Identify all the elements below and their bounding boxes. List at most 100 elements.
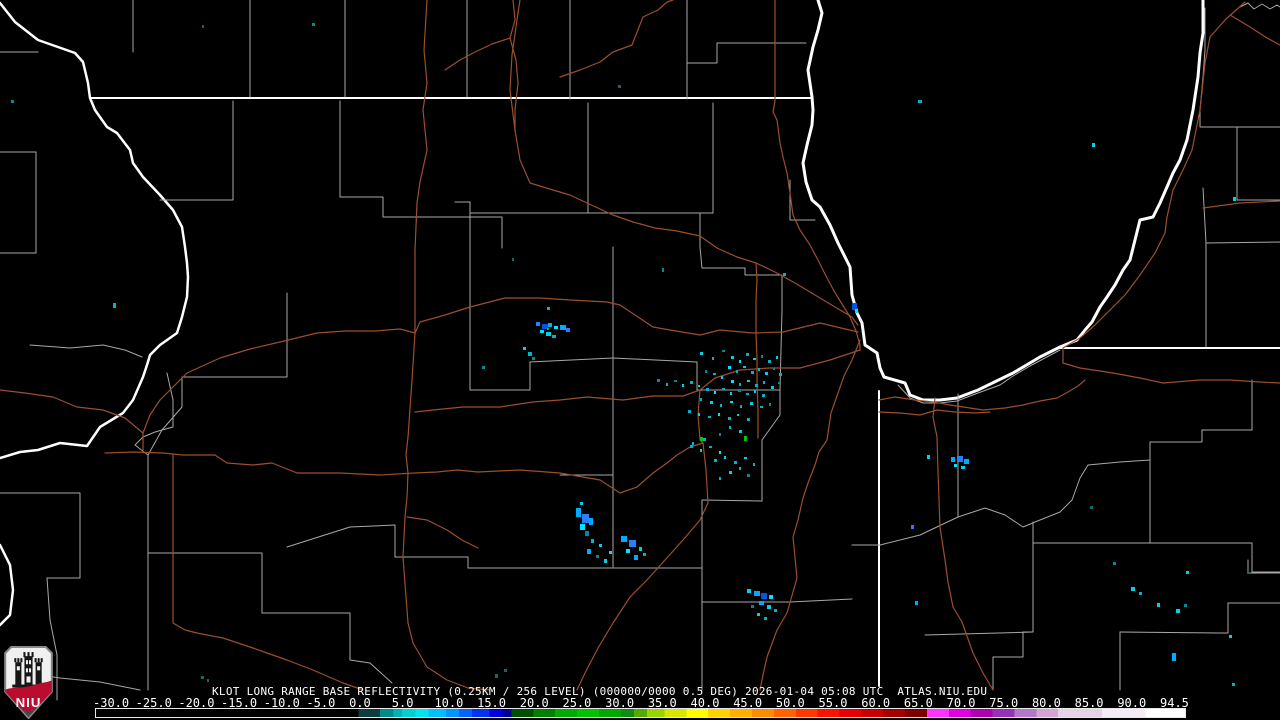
radar-echo xyxy=(634,555,638,560)
radar-echo xyxy=(722,350,725,352)
radar-echo xyxy=(706,388,709,391)
radar-echo xyxy=(202,25,204,28)
radar-echo xyxy=(580,502,583,505)
radar-echo xyxy=(113,303,116,308)
radar-echo xyxy=(201,676,204,679)
colorbar-tick-labels: -30.0-25.0-20.0-15.0-10.0-5.00.05.010.01… xyxy=(0,696,1280,707)
radar-echo xyxy=(721,376,723,379)
radar-echo xyxy=(682,384,684,387)
radar-echo xyxy=(739,430,742,433)
radar-echo xyxy=(1092,143,1095,147)
radar-echo xyxy=(855,309,858,313)
radar-echo xyxy=(737,414,739,416)
radar-echo xyxy=(11,100,14,103)
radar-echo xyxy=(1247,571,1249,574)
radar-echo xyxy=(700,449,702,452)
radar-echo xyxy=(554,326,558,329)
radar-echo xyxy=(698,385,700,387)
radar-echo xyxy=(731,380,734,383)
radar-echo xyxy=(1229,635,1232,638)
radar-echo xyxy=(700,398,702,401)
radar-echo xyxy=(746,353,749,356)
radar-map xyxy=(0,0,1280,720)
radar-echo xyxy=(852,303,857,310)
radar-echo xyxy=(954,464,957,467)
radar-echo xyxy=(690,381,693,384)
radar-echo xyxy=(729,426,731,429)
radar-echo xyxy=(769,403,771,406)
radar-echo xyxy=(779,373,782,376)
radar-echo xyxy=(728,417,731,420)
radar-echo xyxy=(739,360,741,363)
radar-echo xyxy=(758,368,760,371)
radar-echo xyxy=(714,391,716,394)
radar-echo xyxy=(618,85,621,88)
radar-echo xyxy=(482,366,485,369)
radar-echo xyxy=(548,323,552,327)
radar-echo xyxy=(754,390,756,393)
radar-echo xyxy=(961,466,965,469)
radar-echo xyxy=(722,388,725,390)
radar-echo xyxy=(747,589,751,593)
radar-echo xyxy=(1090,506,1093,509)
radar-echo xyxy=(738,389,741,392)
radar-echo xyxy=(207,679,209,682)
radar-echo xyxy=(582,514,589,523)
radar-echo xyxy=(927,455,930,459)
radar-viewer: NIU KLOT LONG RANGE BASE REFLECTIVITY (0… xyxy=(0,0,1280,720)
radar-echo xyxy=(528,352,532,356)
radar-echo xyxy=(596,555,599,558)
radar-echo xyxy=(591,539,594,543)
radar-echo xyxy=(576,508,581,517)
radar-echo xyxy=(734,461,737,464)
radar-echo xyxy=(719,477,721,480)
radar-echo xyxy=(523,347,526,350)
radar-echo xyxy=(719,433,721,436)
radar-echo xyxy=(714,459,717,462)
radar-echo xyxy=(609,551,612,554)
radar-echo xyxy=(746,393,749,395)
radar-echo xyxy=(700,437,703,441)
radar-echo xyxy=(761,355,763,358)
radar-echo xyxy=(713,373,716,375)
radar-echo xyxy=(760,406,763,408)
state-lines-layer xyxy=(90,98,1280,686)
radar-echo xyxy=(729,471,732,474)
radar-echo xyxy=(552,335,556,338)
radar-echo xyxy=(604,559,607,563)
radar-echo xyxy=(719,451,721,454)
radar-echo xyxy=(712,357,714,360)
radar-echo xyxy=(700,352,703,355)
radar-echo xyxy=(1113,562,1116,565)
radar-echo xyxy=(773,368,775,370)
colorbar xyxy=(95,708,1186,718)
radar-echo xyxy=(744,457,747,459)
radar-echo xyxy=(666,383,668,386)
radar-echo xyxy=(744,436,747,441)
radar-echo xyxy=(587,549,591,554)
radar-echo xyxy=(751,605,754,608)
radar-echo xyxy=(580,524,585,530)
radar-echo xyxy=(731,356,734,359)
radar-echo xyxy=(778,382,780,384)
radar-echo xyxy=(757,613,760,616)
radar-echo xyxy=(747,380,750,382)
radar-echo xyxy=(720,404,722,407)
radar-echo xyxy=(547,307,550,310)
radar-echo xyxy=(536,322,540,326)
radar-echo xyxy=(709,446,712,448)
radar-echo xyxy=(621,536,627,542)
radar-echo xyxy=(532,357,535,360)
radar-echo xyxy=(657,379,660,382)
radar-echo xyxy=(753,358,756,360)
radar-echo xyxy=(512,258,514,261)
radar-echo xyxy=(708,416,711,418)
radar-echo xyxy=(629,540,636,547)
radar-echo xyxy=(759,601,764,605)
radar-echo xyxy=(1131,587,1135,591)
radar-echo xyxy=(589,518,593,525)
radar-echo xyxy=(643,553,646,556)
radar-echo xyxy=(739,467,741,470)
radar-echo xyxy=(662,268,664,272)
radar-echo xyxy=(692,442,694,445)
